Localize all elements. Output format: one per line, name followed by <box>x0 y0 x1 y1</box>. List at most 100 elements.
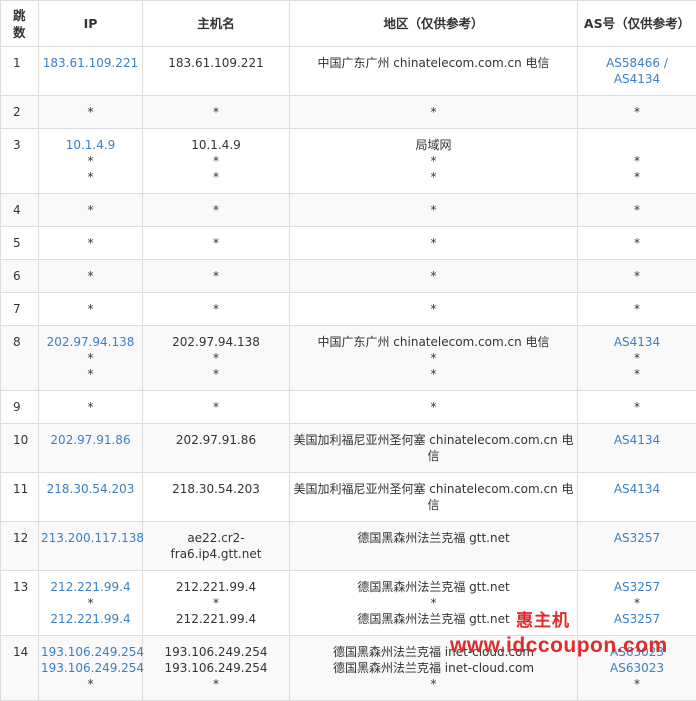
ip-link[interactable]: 10.1.4.9 <box>41 137 140 153</box>
hop-cell: 10 <box>1 424 39 473</box>
hostname-cell: * <box>143 260 290 293</box>
hop-number: 4 <box>13 203 21 217</box>
region-text: * <box>292 202 575 218</box>
region-cell: 德国黑森州法兰克福 gtt.net*德国黑森州法兰克福 gtt.net <box>290 571 578 636</box>
hostname-cell: ae22.cr2-fra6.ip4.gtt.net <box>143 522 290 571</box>
table-row: 310.1.4.9**10.1.4.9**局域网**** <box>1 129 696 194</box>
table-row: 13212.221.99.4*212.221.99.4212.221.99.4*… <box>1 571 696 636</box>
hop-cell: 7 <box>1 293 39 326</box>
as-link[interactable]: AS4134 <box>580 481 694 497</box>
ip-text: * <box>41 235 140 251</box>
as-cell: * <box>578 96 696 129</box>
ip-link[interactable]: 193.106.249.254 <box>41 660 140 676</box>
header-hop-line-2: 数 <box>13 24 38 41</box>
table-row: 5**** <box>1 227 696 260</box>
as-text: * <box>580 676 694 692</box>
ip-link[interactable]: 213.200.117.138 <box>41 530 140 546</box>
host-text: fra6.ip4.gtt.net <box>145 546 287 562</box>
table-row: 4**** <box>1 194 696 227</box>
region-cell: * <box>290 260 578 293</box>
host-text: * <box>145 676 287 692</box>
region-text: 中国广东广州 chinatelecom.com.cn 电信 <box>292 55 575 71</box>
as-cell: AS63023AS63023* <box>578 636 696 701</box>
host-text: 183.61.109.221 <box>145 55 287 71</box>
ip-link[interactable]: 193.106.249.254 <box>41 644 140 660</box>
ip-cell: 212.221.99.4*212.221.99.4 <box>39 571 143 636</box>
as-cell: AS4134 <box>578 424 696 473</box>
hostname-cell: * <box>143 391 290 424</box>
table-row: 9**** <box>1 391 696 424</box>
hop-cell: 4 <box>1 194 39 227</box>
hop-number: 5 <box>13 236 21 250</box>
as-text: * <box>580 104 694 120</box>
hop-cell: 2 <box>1 96 39 129</box>
as-link[interactable]: AS3257 <box>580 611 694 627</box>
as-text: * <box>580 169 694 185</box>
ip-link[interactable]: 202.97.91.86 <box>41 432 140 448</box>
region-text: * <box>292 104 575 120</box>
host-text: * <box>145 350 287 366</box>
host-text: * <box>145 366 287 382</box>
region-text: 德国黑森州法兰克福 gtt.net <box>292 530 575 546</box>
host-text: * <box>145 595 287 611</box>
as-link[interactable]: AS4134 <box>580 71 694 87</box>
region-cell: 德国黑森州法兰克福 inet-cloud.com德国黑森州法兰克福 inet-c… <box>290 636 578 701</box>
ip-text: * <box>41 595 140 611</box>
ip-link[interactable]: 212.221.99.4 <box>41 579 140 595</box>
hop-cell: 1 <box>1 47 39 96</box>
as-text: * <box>580 301 694 317</box>
as-text: * <box>580 235 694 251</box>
region-text: * <box>292 235 575 251</box>
as-link[interactable]: AS3257 <box>580 579 694 595</box>
ip-link[interactable]: 183.61.109.221 <box>41 55 140 71</box>
region-text: 德国黑森州法兰克福 inet-cloud.com <box>292 644 575 660</box>
ip-text: * <box>41 366 140 382</box>
ip-link[interactable]: 202.97.94.138 <box>41 334 140 350</box>
table-row: 11218.30.54.203218.30.54.203美国加利福尼亚州圣何塞 … <box>1 473 696 522</box>
as-link[interactable]: AS4134 <box>580 432 694 448</box>
header-hostname: 主机名 <box>143 1 290 47</box>
region-text: 信 <box>292 497 575 513</box>
ip-cell: 183.61.109.221 <box>39 47 143 96</box>
header-region: 地区（仅供参考） <box>290 1 578 47</box>
region-text: * <box>292 366 575 382</box>
host-text: 202.97.94.138 <box>145 334 287 350</box>
ip-cell: * <box>39 96 143 129</box>
hostname-cell: 183.61.109.221 <box>143 47 290 96</box>
region-cell: 中国广东广州 chinatelecom.com.cn 电信 <box>290 47 578 96</box>
header-as: AS号（仅供参考） <box>578 1 696 47</box>
ip-cell: 213.200.117.138 <box>39 522 143 571</box>
hop-number: 3 <box>13 138 21 152</box>
as-link[interactable]: AS3257 <box>580 530 694 546</box>
region-cell: 美国加利福尼亚州圣何塞 chinatelecom.com.cn 电信 <box>290 473 578 522</box>
hop-number: 14 <box>13 645 28 659</box>
region-text: 局域网 <box>292 137 575 153</box>
as-link[interactable]: AS4134 <box>580 334 694 350</box>
table-row: 8202.97.94.138**202.97.94.138**中国广东广州 ch… <box>1 326 696 391</box>
ip-link[interactable]: 218.30.54.203 <box>41 481 140 497</box>
as-text: * <box>580 399 694 415</box>
host-text: * <box>145 153 287 169</box>
table-row: 10202.97.91.86202.97.91.86美国加利福尼亚州圣何塞 ch… <box>1 424 696 473</box>
region-cell: * <box>290 227 578 260</box>
host-text: ae22.cr2- <box>145 530 287 546</box>
host-text: 193.106.249.254 <box>145 660 287 676</box>
hostname-cell: * <box>143 227 290 260</box>
table-header-row: 跳数 IP 主机名 地区（仅供参考） AS号（仅供参考） <box>1 1 696 47</box>
as-link[interactable]: AS58466 / <box>580 55 694 71</box>
header-hop: 跳数 <box>1 1 39 47</box>
as-text <box>580 137 694 153</box>
host-text: 218.30.54.203 <box>145 481 287 497</box>
table-row: 1183.61.109.221183.61.109.221中国广东广州 chin… <box>1 47 696 96</box>
hostname-cell: * <box>143 96 290 129</box>
hop-cell: 5 <box>1 227 39 260</box>
ip-link[interactable]: 212.221.99.4 <box>41 611 140 627</box>
host-text: 212.221.99.4 <box>145 579 287 595</box>
host-text: * <box>145 169 287 185</box>
host-text: 10.1.4.9 <box>145 137 287 153</box>
host-text: * <box>145 202 287 218</box>
table-row: 7**** <box>1 293 696 326</box>
as-link[interactable]: AS63023 <box>580 660 694 676</box>
as-link[interactable]: AS63023 <box>580 644 694 660</box>
region-text: 信 <box>292 448 575 464</box>
